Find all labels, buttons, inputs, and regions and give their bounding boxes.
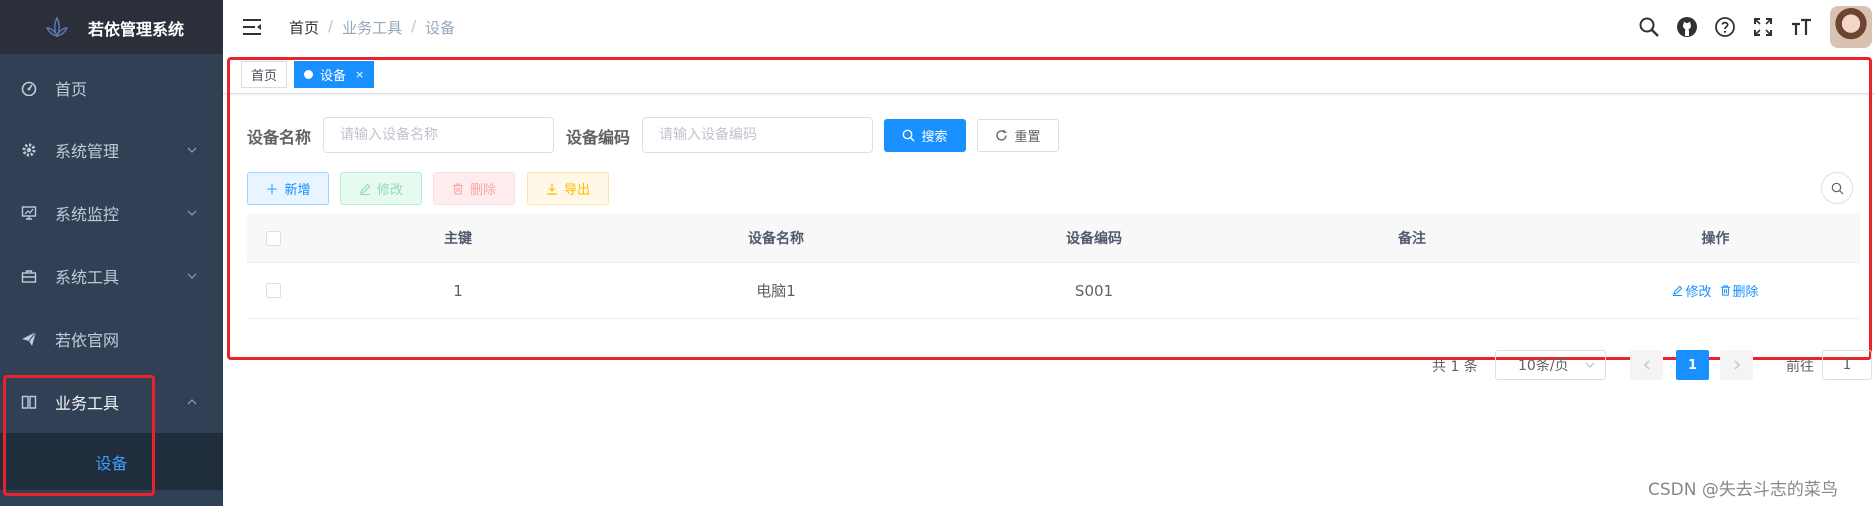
sidebar: 若依管理系统 首页 系统管理 系统监控 系统工具 若依官网 业务工具 设备 [0, 0, 223, 506]
chevron-down-icon [187, 147, 197, 153]
next-page-button[interactable] [1720, 350, 1753, 380]
sidebar-item-label: 系统工具 [55, 267, 120, 287]
sidebar-item-ruoyi-website[interactable]: 若依官网 [0, 307, 223, 370]
search-icon[interactable] [1638, 16, 1660, 38]
sidebar-item-label: 若依官网 [55, 330, 120, 350]
highlight-box-content [227, 57, 1872, 360]
watermark: CSDN @失去斗志的菜鸟 [1648, 480, 1838, 500]
chevron-down-icon [187, 210, 197, 216]
chevron-left-icon [1643, 360, 1649, 370]
sidebar-item-label: 系统管理 [55, 141, 120, 161]
prev-page-button[interactable] [1630, 350, 1663, 380]
breadcrumb-separator: / [328, 17, 334, 35]
page-size-select[interactable]: 10条/页 [1495, 350, 1606, 380]
top-navbar: 首页 / 业务工具 / 设备 [223, 0, 1875, 54]
highlight-box-sidebar [3, 375, 155, 496]
fullscreen-icon[interactable] [1752, 16, 1774, 38]
github-icon[interactable] [1676, 16, 1698, 38]
goto-page-input[interactable]: 1 [1822, 350, 1872, 380]
breadcrumb-device: 设备 [425, 19, 456, 37]
logo[interactable]: 若依管理系统 [0, 0, 223, 54]
chevron-right-icon [1734, 360, 1740, 370]
sidebar-item-system-monitor[interactable]: 系统监控 [0, 181, 223, 244]
avatar[interactable] [1830, 6, 1872, 48]
chevron-up-icon [187, 398, 197, 404]
page-number-current[interactable]: 1 [1676, 350, 1709, 380]
gear-icon [20, 141, 38, 159]
goto-label: 前往 [1786, 359, 1814, 375]
breadcrumb-home[interactable]: 首页 [289, 17, 319, 38]
dashboard-icon [20, 79, 38, 97]
sidebar-item-system-management[interactable]: 系统管理 [0, 118, 223, 181]
app-title: 若依管理系统 [88, 20, 185, 39]
breadcrumb: 首页 / 业务工具 / 设备 [289, 17, 455, 38]
breadcrumb-separator: / [411, 17, 417, 35]
toolbox-icon [20, 267, 38, 285]
sidebar-item-system-tools[interactable]: 系统工具 [0, 244, 223, 307]
chevron-down-icon [187, 273, 197, 279]
hamburger-icon[interactable] [241, 16, 263, 38]
monitor-icon [20, 204, 38, 222]
sidebar-item-label: 首页 [55, 79, 88, 99]
sidebar-item-home[interactable]: 首页 [0, 56, 223, 119]
pagination-total: 共 1 条 [1432, 359, 1478, 375]
paper-plane-icon [20, 330, 38, 348]
page-size-value: 10条/页 [1518, 358, 1569, 374]
app-window: 若依管理系统 首页 系统管理 系统监控 系统工具 若依官网 业务工具 设备 首页… [0, 0, 1875, 506]
help-icon[interactable] [1714, 16, 1736, 38]
font-size-icon[interactable] [1790, 16, 1812, 38]
logo-icon [45, 16, 69, 38]
sidebar-item-label: 系统监控 [55, 204, 120, 224]
chevron-down-icon [1585, 362, 1595, 368]
breadcrumb-business-tools: 业务工具 [342, 19, 403, 37]
